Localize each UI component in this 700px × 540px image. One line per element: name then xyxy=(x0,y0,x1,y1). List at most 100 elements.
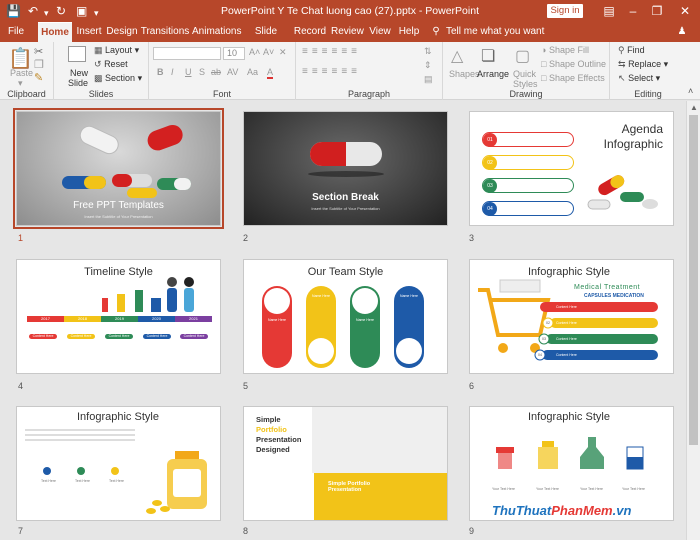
ribbon-display-options-icon[interactable]: ▤ xyxy=(598,2,620,20)
slide-7-label-3: Text Here xyxy=(109,479,124,483)
ribbon-home: 📋 Paste ▾ ✂ ❐ ✎ Clipboard New Slide ▦ La… xyxy=(0,42,700,100)
copy-icon[interactable]: ❐ xyxy=(34,58,44,71)
tab-animations[interactable]: Animations xyxy=(192,22,241,42)
slide-8-line1: Simple xyxy=(256,415,281,424)
team-avatar-3 xyxy=(352,288,378,314)
paste-dropdown-icon[interactable]: ▾ xyxy=(18,78,23,89)
replace-button[interactable]: ⇆ Replace ▾ xyxy=(618,59,668,70)
layout-icon: ▦ xyxy=(94,45,103,55)
cut-icon[interactable]: ✂ xyxy=(34,45,43,58)
align-text-icon[interactable]: ⇕ xyxy=(424,60,432,71)
format-painter-icon[interactable]: ✎ xyxy=(34,71,43,84)
year-2: 2018 xyxy=(78,316,87,321)
slide-thumbnail-5[interactable]: Our Team Style Name Here Name Here Name … xyxy=(243,259,448,374)
shape-outline-button[interactable]: □ Shape Outline xyxy=(541,59,606,69)
list-buttons[interactable]: ≡≡≡≡≡≡ xyxy=(302,46,361,57)
arrange-icon[interactable]: ❏ xyxy=(481,46,495,66)
shape-effects-label: Shape Effects xyxy=(548,73,605,83)
tab-transitions[interactable]: Transitions xyxy=(140,22,190,42)
slide-9-label-1: Your Text Here xyxy=(492,487,515,491)
shapes-button[interactable]: Shapes xyxy=(449,69,480,79)
restore-button[interactable]: ❐ xyxy=(646,2,668,20)
slide-number-7: 7 xyxy=(18,526,24,536)
slide-6-label-2: Content Here xyxy=(556,321,577,325)
smartart-icon[interactable]: ▤ xyxy=(424,74,433,85)
scroll-thumb[interactable] xyxy=(689,115,698,445)
paste-button[interactable]: Paste xyxy=(10,68,33,78)
slide-thumbnail-3[interactable]: Agenda Infographic 01 02 03 04 xyxy=(469,111,674,226)
drawing-label: Drawing xyxy=(509,89,543,99)
italic-button[interactable]: I xyxy=(171,67,174,77)
font-name-box[interactable] xyxy=(153,47,221,60)
quick-styles-button-line2[interactable]: Styles xyxy=(513,79,538,89)
tab-insert[interactable]: Insert xyxy=(74,22,104,42)
tab-view[interactable]: View xyxy=(366,22,394,42)
decrease-font-icon[interactable]: A˅ xyxy=(263,47,274,57)
new-slide-button[interactable]: New xyxy=(70,68,88,78)
underline-button[interactable]: U xyxy=(185,67,192,77)
slide-thumbnail-6[interactable]: Infographic Style Medical Treatment CAPS… xyxy=(469,259,674,374)
slides-group: New Slide ▦ Layout ▾ ↺ Reset ▩ Section ▾… xyxy=(54,42,149,100)
lightbulb-icon: ⚲ xyxy=(432,26,440,37)
font-size-box[interactable]: 10 xyxy=(223,47,245,60)
slide-thumbnail-8[interactable]: Simple Portfolio Presentation Designed S… xyxy=(243,406,448,521)
shape-effects-button[interactable]: □ Shape Effects xyxy=(541,73,605,83)
font-color-button[interactable]: A xyxy=(267,67,274,79)
tab-design[interactable]: Design xyxy=(106,22,138,42)
minimize-button[interactable]: – xyxy=(622,2,644,20)
tab-help[interactable]: Help xyxy=(396,22,422,42)
year-5: 2021 xyxy=(189,316,198,321)
section-icon: ▩ xyxy=(94,73,103,83)
timeline-years: 2017 2018 2019 2020 2021 xyxy=(27,316,212,322)
find-button[interactable]: ⚲ Find xyxy=(618,45,645,56)
char-spacing-button[interactable]: AV xyxy=(227,67,238,77)
slide-7-label-2: Text Here xyxy=(75,479,90,483)
slide-number-3: 3 xyxy=(469,233,475,243)
clear-format-icon[interactable]: ✕ xyxy=(279,47,287,58)
shapes-icon[interactable]: △ xyxy=(451,46,463,66)
timeline-label-5: Content Here xyxy=(180,334,208,339)
new-slide-button-line2[interactable]: Slide xyxy=(68,78,88,88)
quick-styles-icon[interactable]: ▢ xyxy=(515,46,530,66)
change-case-button[interactable]: Aa xyxy=(247,67,258,77)
team-card-1: Name Here xyxy=(262,286,292,368)
year-4: 2020 xyxy=(152,316,161,321)
tell-me-search[interactable]: Tell me what you want to do xyxy=(446,22,552,57)
scroll-up-icon[interactable]: ▲ xyxy=(690,103,698,112)
align-buttons[interactable]: ≡≡≡≡≡≡ xyxy=(302,66,361,77)
shape-fill-button[interactable]: ◑ Shape Fill xyxy=(541,45,589,55)
powerpoint-window: { "window": {"title": "PowerPoint Y Te C… xyxy=(0,0,700,540)
shadow-button[interactable]: S xyxy=(199,67,205,77)
slide-number-9: 9 xyxy=(469,526,475,536)
pill-bottle-illustration xyxy=(25,429,207,514)
tab-review[interactable]: Review xyxy=(331,22,364,42)
tab-slide-show[interactable]: Slide Show xyxy=(243,22,289,57)
layout-button[interactable]: ▦ Layout ▾ xyxy=(94,45,139,56)
close-button[interactable]: ✕ xyxy=(674,2,696,20)
timeline-label-1: Content Here xyxy=(29,334,57,339)
section-button[interactable]: ▩ Section ▾ xyxy=(94,73,142,84)
share-icon[interactable]: ♟ xyxy=(674,22,690,42)
slide-thumbnail-4[interactable]: Timeline Style 2017 2018 2019 2020 2021 … xyxy=(16,259,221,374)
pills-illustration xyxy=(587,175,658,210)
collapse-ribbon-icon[interactable]: ˄ xyxy=(688,86,693,96)
arrange-button[interactable]: Arrange xyxy=(477,69,509,79)
vertical-scrollbar[interactable]: ▲ xyxy=(686,101,700,540)
new-slide-icon[interactable] xyxy=(68,46,86,62)
tab-home[interactable]: Home xyxy=(38,22,72,42)
bold-button[interactable]: B xyxy=(157,67,164,77)
slide-thumbnail-7[interactable]: Infographic Style Text Here Text Here Te… xyxy=(16,406,221,521)
strikethrough-button[interactable]: ab xyxy=(211,67,221,77)
timeline-label-4: Content Here xyxy=(143,334,171,339)
reset-button[interactable]: ↺ Reset xyxy=(94,59,128,70)
text-direction-icon[interactable]: ⇅ xyxy=(424,46,432,57)
quick-styles-button[interactable]: Quick xyxy=(513,69,536,79)
slide-thumbnail-1[interactable]: Free PPT Templates Insert the Subtitle o… xyxy=(13,108,224,229)
slides-label: Slides xyxy=(88,89,114,99)
sign-in-button[interactable]: Sign in xyxy=(547,4,583,18)
slide-thumbnail-2[interactable]: Section Break Insert the Subtitle of You… xyxy=(243,111,448,226)
tab-file[interactable]: File xyxy=(2,22,30,42)
select-button[interactable]: ↖ Select ▾ xyxy=(618,73,660,84)
tab-record[interactable]: Record xyxy=(293,22,327,42)
increase-font-icon[interactable]: A˄ xyxy=(249,47,260,57)
